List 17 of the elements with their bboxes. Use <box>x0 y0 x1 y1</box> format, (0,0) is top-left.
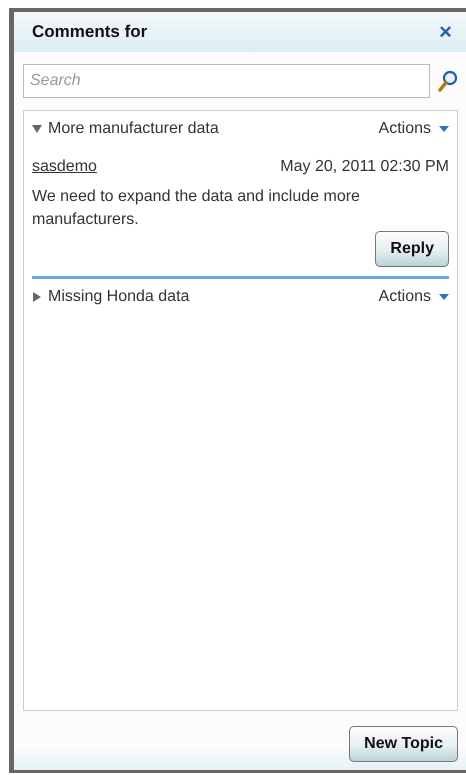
collapse-triangle-icon[interactable] <box>32 124 42 134</box>
search-field[interactable]: Search <box>23 64 430 98</box>
comment-text: We need to expand the data and include more manufacturers. <box>32 187 361 230</box>
caret-icon <box>439 294 449 300</box>
expand-triangle-icon[interactable] <box>32 292 42 302</box>
comment-date: May 20, 2011 02:30 PM <box>280 157 449 177</box>
reply-button[interactable]: Reply <box>375 231 449 268</box>
caret-icon <box>439 126 449 132</box>
actions-menu[interactable]: Actions <box>378 117 449 141</box>
author-link[interactable]: sasdemo <box>32 155 97 179</box>
topic-title[interactable]: More manufacturer data <box>48 117 219 141</box>
topic-title[interactable]: Missing Honda data <box>48 285 190 310</box>
panel-title: Comments for <box>32 21 148 44</box>
actions-menu[interactable]: Actions <box>378 285 449 310</box>
new-topic-button[interactable]: New Topic <box>349 726 458 762</box>
close-button[interactable]: × <box>439 21 452 43</box>
search-icon[interactable] <box>438 70 458 92</box>
